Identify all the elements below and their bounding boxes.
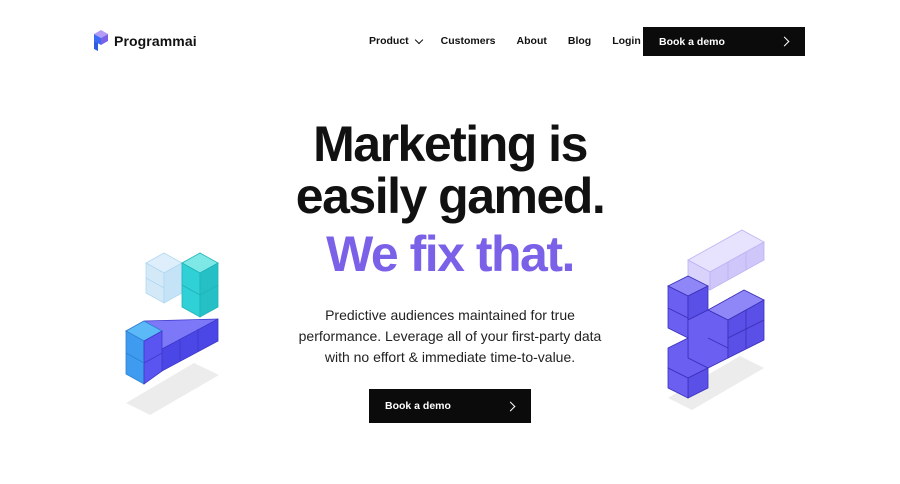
nav-about[interactable]: About bbox=[517, 35, 547, 47]
nav-product[interactable]: Product bbox=[369, 35, 423, 47]
brand-name: Programmai bbox=[114, 33, 197, 49]
hero-title: Marketing is easily gamed. bbox=[0, 118, 900, 222]
programmai-logo-icon bbox=[94, 30, 108, 51]
header-book-demo-button[interactable]: Book a demo bbox=[643, 27, 805, 56]
cube-illustration-left bbox=[125, 252, 219, 415]
hero-title-line-1: Marketing is bbox=[313, 116, 588, 172]
nav-blog[interactable]: Blog bbox=[568, 35, 591, 47]
header-book-demo-label: Book a demo bbox=[659, 35, 725, 48]
nav-customers[interactable]: Customers bbox=[441, 35, 496, 47]
hero-book-demo-label: Book a demo bbox=[385, 400, 451, 412]
cube-illustration-right bbox=[667, 229, 765, 410]
nav-product-label: Product bbox=[369, 35, 409, 47]
brand-logo[interactable]: Programmai bbox=[94, 30, 197, 52]
chevron-right-icon bbox=[505, 401, 516, 411]
chevron-right-icon bbox=[779, 36, 790, 47]
main-nav: Product Customers About Blog Login bbox=[369, 35, 641, 47]
chevron-down-icon bbox=[414, 35, 423, 44]
hero-book-demo-button[interactable]: Book a demo bbox=[369, 389, 531, 423]
nav-login[interactable]: Login bbox=[612, 35, 641, 47]
hero-title-line-2: easily gamed. bbox=[295, 168, 606, 224]
